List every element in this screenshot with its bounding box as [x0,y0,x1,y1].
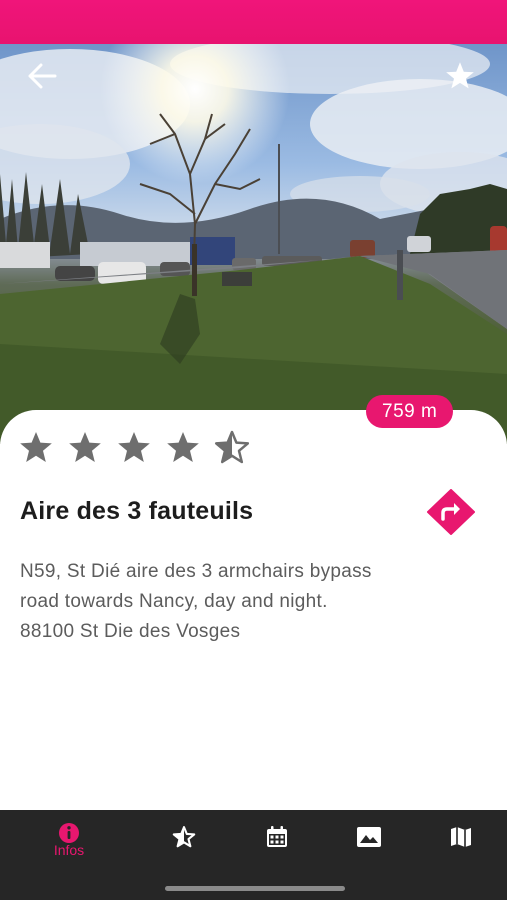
star-filled-icon [69,432,101,462]
star-rating [18,430,250,466]
tab-infos[interactable]: Infos [24,810,114,880]
tab-reviews[interactable] [139,810,229,880]
star-filled-icon [20,432,52,462]
favorite-button[interactable] [440,61,480,95]
place-title: Aire des 3 fauteuils [20,497,254,525]
tab-infos-label: Infos [53,842,85,858]
calendar-icon [265,825,289,854]
distance-badge: 759 m [366,395,454,428]
star-half-icon [171,825,197,854]
tab-map[interactable] [416,810,506,880]
status-bar [0,0,507,44]
home-indicator [165,886,345,891]
place-description: N59, St Dié aire des 3 armchairs bypass … [20,557,490,647]
star-filled-icon [167,432,199,462]
map-icon [449,825,473,854]
star-half-icon [214,430,250,464]
directions-button[interactable] [426,489,476,535]
directions-icon [426,489,476,539]
tab-calendar[interactable] [232,810,322,880]
description-line: road towards Nancy, day and night. [20,591,328,612]
star-icon [444,61,476,96]
arrow-left-icon [27,63,57,94]
star-filled-icon [118,432,150,462]
back-button[interactable] [22,62,62,94]
description-line: N59, St Dié aire des 3 armchairs bypass [20,561,372,582]
image-icon [356,826,382,853]
place-photo [0,44,507,444]
description-line: 88100 St Die des Vosges [20,621,241,642]
tab-photos[interactable] [324,810,414,880]
